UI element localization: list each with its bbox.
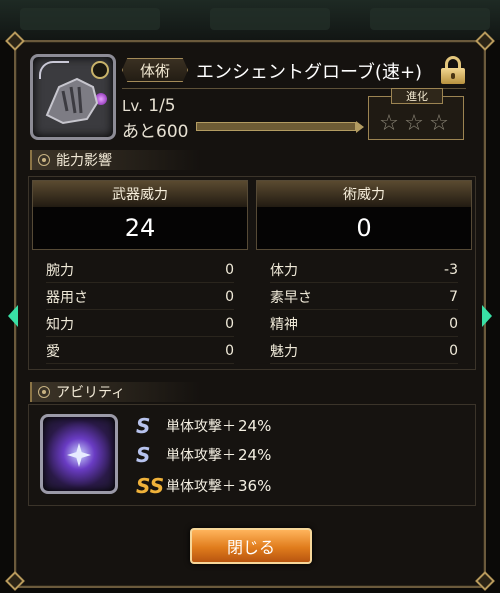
ability-crystal-icon[interactable] xyxy=(40,414,118,494)
star-icon: ☆ xyxy=(379,111,399,136)
sparkle-icon xyxy=(67,443,91,467)
stat-row-strength: 腕力 0 xyxy=(46,258,234,283)
ability-section-title: アビリティ xyxy=(56,385,126,401)
stat-label: 体力 xyxy=(270,263,298,279)
art-power-box: 術威力 0 xyxy=(256,180,472,250)
ability-item[interactable]: S 単体攻撃＋ 24% xyxy=(136,414,271,438)
lock-icon[interactable] xyxy=(440,56,466,84)
stat-row-spirit: 精神 0 xyxy=(270,312,458,337)
stat-row-intelligence: 知力 0 xyxy=(46,312,234,337)
weapon-power-value: 24 xyxy=(124,214,156,242)
item-name: エンシェントグローブ(速+) xyxy=(196,62,423,83)
gauntlet-item-icon xyxy=(30,54,116,140)
stat-value: 0 xyxy=(225,343,234,359)
section-bullet-icon xyxy=(38,154,50,166)
silver-ability-icon: S xyxy=(136,414,151,438)
stats-section-title: 能力影響 xyxy=(56,153,112,169)
stat-label: 魅力 xyxy=(270,344,298,360)
close-button[interactable]: 閉じる xyxy=(190,528,312,564)
evolution-box: 進化 ☆ ☆ ☆ xyxy=(368,88,464,140)
ability-name: 単体攻撃＋ xyxy=(166,419,236,435)
stat-row-vitality: 体力 -3 xyxy=(270,258,458,283)
background-tab xyxy=(370,8,490,30)
ability-name: 単体攻撃＋ xyxy=(166,479,236,495)
stat-value: 7 xyxy=(449,289,458,305)
stat-value: 0 xyxy=(225,289,234,305)
stat-value: -3 xyxy=(444,262,458,278)
level-display: Lv. 1/5 xyxy=(122,96,176,116)
stat-label: 愛 xyxy=(46,344,60,360)
art-power-label: 術威力 xyxy=(257,181,471,207)
art-power-value: 0 xyxy=(356,214,372,242)
previous-arrow-icon[interactable] xyxy=(4,305,18,327)
background-tab xyxy=(210,8,330,30)
ability-value: 24% xyxy=(238,417,272,435)
stat-row-charm: 魅力 0 xyxy=(270,339,458,364)
silver-ability-icon: S xyxy=(136,443,151,467)
stat-row-love: 愛 0 xyxy=(46,339,234,364)
stat-value: 0 xyxy=(449,343,458,359)
level-label: Lv. xyxy=(122,97,143,115)
star-icon: ☆ xyxy=(404,111,424,136)
stat-row-dexterity: 器用さ 0 xyxy=(46,285,234,310)
remaining-exp: あと600 xyxy=(122,122,189,142)
section-bullet-icon xyxy=(38,386,50,398)
exp-progress-bar xyxy=(196,121,364,133)
star-icon: ☆ xyxy=(429,111,449,136)
ability-name: 単体攻撃＋ xyxy=(166,448,236,464)
stat-label: 器用さ xyxy=(46,290,88,306)
stat-label: 素早さ xyxy=(270,290,312,306)
stat-row-agility: 素早さ 7 xyxy=(270,285,458,310)
ability-section-header: アビリティ xyxy=(30,382,200,402)
next-arrow-icon[interactable] xyxy=(482,305,496,327)
stats-section-header: 能力影響 xyxy=(30,150,200,170)
evolution-label: 進化 xyxy=(391,88,443,104)
stat-value: 0 xyxy=(449,316,458,332)
ability-item[interactable]: SS 単体攻撃＋ 36% xyxy=(136,474,271,498)
stat-value: 0 xyxy=(225,262,234,278)
level-value: 1/5 xyxy=(148,96,176,116)
background-header-strip xyxy=(0,0,500,40)
background-tab xyxy=(20,8,160,30)
gauntlet-icon xyxy=(45,77,99,125)
stat-value: 0 xyxy=(225,316,234,332)
evolution-stars: ☆ ☆ ☆ xyxy=(378,113,450,135)
stat-label: 知力 xyxy=(46,317,74,333)
stat-label: 精神 xyxy=(270,317,298,333)
ability-item[interactable]: S 単体攻撃＋ 24% xyxy=(136,443,271,467)
ability-value: 36% xyxy=(238,477,272,495)
ability-value: 24% xyxy=(238,446,272,464)
stat-label: 腕力 xyxy=(46,263,74,279)
weapon-type-tag: 体術 xyxy=(122,58,188,82)
weapon-power-box: 武器威力 24 xyxy=(32,180,248,250)
gold-ability-icon: SS xyxy=(136,474,165,498)
weapon-power-label: 武器威力 xyxy=(33,181,247,207)
